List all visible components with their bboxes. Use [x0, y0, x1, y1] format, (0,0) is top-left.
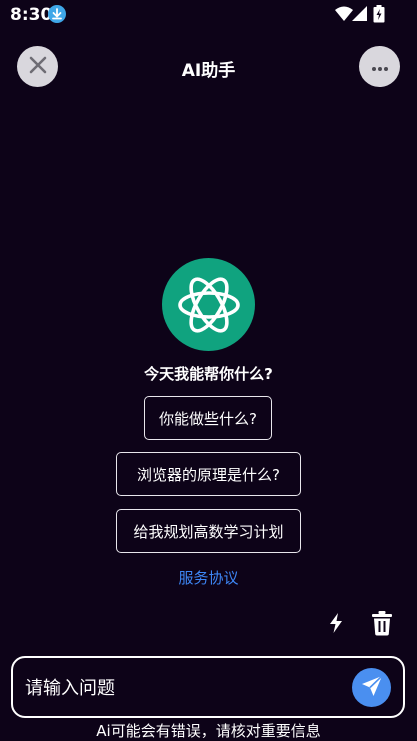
send-icon	[361, 674, 383, 701]
greeting: 今天我能帮你什么?	[144, 365, 273, 383]
suggestion-button[interactable]: 浏览器的原理是什么?	[116, 452, 301, 496]
page-title: AI助手	[181, 61, 236, 81]
more-icon	[371, 57, 389, 76]
download-icon	[48, 5, 66, 23]
wifi-icon	[335, 6, 353, 25]
more-button[interactable]	[359, 46, 400, 87]
suggestion-button[interactable]: 你能做些什么?	[144, 396, 272, 440]
chat-input-bar	[11, 656, 405, 718]
suggestion-label: 你能做些什么?	[159, 409, 257, 428]
battery-icon	[373, 5, 385, 27]
flash-button[interactable]	[326, 612, 346, 634]
flash-icon	[326, 613, 346, 638]
service-agreement-link[interactable]: 服务协议	[0, 567, 417, 588]
disclaimer-text: Ai可能会有错误，请核对重要信息	[96, 722, 321, 740]
trash-button[interactable]	[371, 610, 393, 636]
status-bar: 8:30	[0, 0, 417, 30]
suggestion-button[interactable]: 给我规划高数学习计划	[116, 509, 301, 553]
question-input[interactable]	[25, 674, 335, 702]
send-button[interactable]	[352, 668, 391, 707]
trash-icon	[371, 611, 393, 640]
suggestion-label: 浏览器的原理是什么?	[137, 465, 280, 484]
status-time: 8:30	[10, 5, 53, 25]
signal-icon	[352, 6, 367, 25]
header: AI助手	[0, 44, 417, 88]
suggestion-label: 给我规划高数学习计划	[133, 522, 284, 541]
openai-logo-icon	[162, 258, 255, 351]
